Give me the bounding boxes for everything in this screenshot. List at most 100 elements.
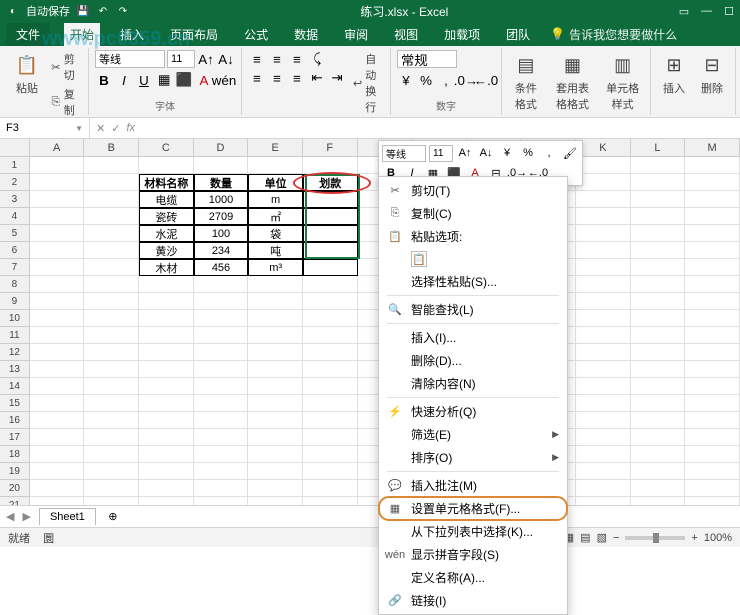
cell-F7[interactable] <box>303 259 358 276</box>
cancel-icon[interactable]: ✕ <box>96 122 105 135</box>
cell-C6[interactable]: 黄沙 <box>139 242 194 259</box>
cell-D2[interactable]: 数量 <box>194 174 249 191</box>
cell-A13[interactable] <box>30 361 85 378</box>
cell-E21[interactable] <box>248 497 303 505</box>
align-top-button[interactable]: ≡ <box>248 50 266 68</box>
cell-D15[interactable] <box>194 395 249 412</box>
row-header-9[interactable]: 9 <box>0 293 30 310</box>
wrap-button[interactable]: ↩自动换行 <box>350 50 384 116</box>
cell-A20[interactable] <box>30 480 85 497</box>
cell-L3[interactable] <box>631 191 686 208</box>
cell-D12[interactable] <box>194 344 249 361</box>
autosave-toggle[interactable]: ◐ <box>6 4 20 18</box>
ctx-delete[interactable]: 删除(D)... <box>379 349 567 372</box>
mini-font-size[interactable] <box>429 145 453 162</box>
cell-E7[interactable]: m³ <box>248 259 303 276</box>
cell-A11[interactable] <box>30 327 85 344</box>
mini-shrink-font[interactable]: A↓ <box>477 144 495 162</box>
cell-A16[interactable] <box>30 412 85 429</box>
cell-B16[interactable] <box>84 412 139 429</box>
undo-icon[interactable]: ↶ <box>96 4 110 18</box>
row-header-12[interactable]: 12 <box>0 344 30 361</box>
cell-M15[interactable] <box>685 395 740 412</box>
ctx-quick-analysis[interactable]: ⚡快速分析(Q) <box>379 400 567 423</box>
cell-A5[interactable] <box>30 225 85 242</box>
tab-home[interactable]: 开始 <box>64 23 100 46</box>
cell-L19[interactable] <box>631 463 686 480</box>
shrink-font-button[interactable]: A↓ <box>217 50 235 68</box>
cell-A3[interactable] <box>30 191 85 208</box>
cell-E19[interactable] <box>248 463 303 480</box>
tab-data[interactable]: 数据 <box>288 23 324 46</box>
row-header-2[interactable]: 2 <box>0 174 30 191</box>
cell-F1[interactable] <box>303 157 358 174</box>
cell-B15[interactable] <box>84 395 139 412</box>
cell-B1[interactable] <box>84 157 139 174</box>
mini-currency[interactable]: ¥ <box>498 144 516 162</box>
font-face-input[interactable] <box>95 50 165 68</box>
cell-L11[interactable] <box>631 327 686 344</box>
cell-F18[interactable] <box>303 446 358 463</box>
cell-B21[interactable] <box>84 497 139 505</box>
border-button[interactable]: ▦ <box>155 71 173 89</box>
ctx-clear[interactable]: 清除内容(N) <box>379 372 567 395</box>
cell-B7[interactable] <box>84 259 139 276</box>
tab-nav-next[interactable]: ▶ <box>22 510 30 523</box>
cell-K9[interactable] <box>576 293 631 310</box>
minimize-icon[interactable]: — <box>701 5 712 18</box>
cell-F3[interactable] <box>303 191 358 208</box>
tab-nav-prev[interactable]: ◀ <box>6 510 14 523</box>
cell-E8[interactable] <box>248 276 303 293</box>
cell-M20[interactable] <box>685 480 740 497</box>
cell-F20[interactable] <box>303 480 358 497</box>
cell-F11[interactable] <box>303 327 358 344</box>
ctx-filter[interactable]: 筛选(E)▶ <box>379 423 567 446</box>
cell-D9[interactable] <box>194 293 249 310</box>
phonetic-button[interactable]: wén <box>215 71 233 89</box>
cell-L18[interactable] <box>631 446 686 463</box>
col-header-B[interactable]: B <box>84 139 139 156</box>
cell-D18[interactable] <box>194 446 249 463</box>
cell-L9[interactable] <box>631 293 686 310</box>
cell-M8[interactable] <box>685 276 740 293</box>
cell-D3[interactable]: 1000 <box>194 191 249 208</box>
cell-F15[interactable] <box>303 395 358 412</box>
ctx-hyperlink[interactable]: 🔗链接(I) <box>379 589 567 612</box>
cell-A9[interactable] <box>30 293 85 310</box>
ctx-insert[interactable]: 插入(I)... <box>379 326 567 349</box>
cell-L15[interactable] <box>631 395 686 412</box>
cell-L5[interactable] <box>631 225 686 242</box>
cell-C20[interactable] <box>139 480 194 497</box>
cell-C12[interactable] <box>139 344 194 361</box>
cell-E1[interactable] <box>248 157 303 174</box>
row-header-7[interactable]: 7 <box>0 259 30 276</box>
cell-F13[interactable] <box>303 361 358 378</box>
cell-L17[interactable] <box>631 429 686 446</box>
cell-F5[interactable] <box>303 225 358 242</box>
ctx-copy[interactable]: ⎘复制(C) <box>379 202 567 225</box>
cell-B6[interactable] <box>84 242 139 259</box>
font-color-button[interactable]: A <box>195 71 213 89</box>
mini-font-face[interactable] <box>382 145 426 162</box>
cell-A14[interactable] <box>30 378 85 395</box>
cell-M21[interactable] <box>685 497 740 505</box>
cell-D7[interactable]: 456 <box>194 259 249 276</box>
tell-me[interactable]: 💡 告诉我您想要做什么 <box>550 26 677 43</box>
cut-button[interactable]: ✂剪切 <box>48 50 82 84</box>
cell-K16[interactable] <box>576 412 631 429</box>
bold-button[interactable]: B <box>95 71 113 89</box>
tab-layout[interactable]: 页面布局 <box>164 23 224 46</box>
cell-L16[interactable] <box>631 412 686 429</box>
cell-C2[interactable]: 材料名称 <box>139 174 194 191</box>
cell-M14[interactable] <box>685 378 740 395</box>
tab-review[interactable]: 审阅 <box>338 23 374 46</box>
cell-B9[interactable] <box>84 293 139 310</box>
cell-D21[interactable] <box>194 497 249 505</box>
number-format-select[interactable] <box>397 50 457 68</box>
cell-B3[interactable] <box>84 191 139 208</box>
cell-C4[interactable]: 瓷砖 <box>139 208 194 225</box>
cell-K17[interactable] <box>576 429 631 446</box>
cell-F8[interactable] <box>303 276 358 293</box>
cell-M19[interactable] <box>685 463 740 480</box>
cell-style-button[interactable]: ▥单元格样式 <box>601 50 644 114</box>
